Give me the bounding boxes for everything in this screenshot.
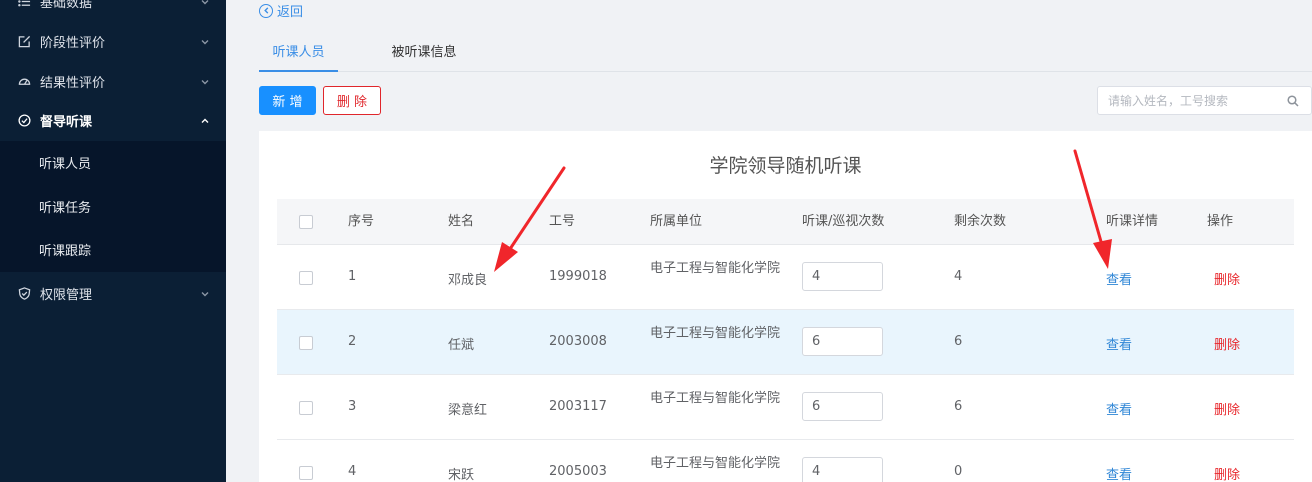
select-all-checkbox[interactable] [299, 215, 313, 229]
shield-icon [17, 286, 31, 300]
row-name: 宋跃 [448, 468, 475, 482]
delete-row-link[interactable]: 删除 [1214, 269, 1240, 288]
row-remaining: 6 [954, 399, 963, 414]
tab-bar: 听课人员 被听课信息 [259, 35, 1312, 72]
back-link[interactable]: 返回 [259, 1, 303, 20]
column-header-name: 姓名 [448, 214, 475, 229]
delete-row-link[interactable]: 删除 [1214, 399, 1240, 418]
back-label: 返回 [277, 5, 304, 20]
row-id: 2003117 [549, 399, 607, 414]
row-remaining: 4 [954, 269, 963, 284]
row-index: 3 [348, 399, 357, 414]
sidebar-item-stage-evaluation[interactable]: 阶段性评价 [0, 21, 226, 61]
search-input[interactable] [1108, 93, 1278, 108]
row-name: 梁意红 [448, 403, 488, 418]
supervision-submenu: 听课人员 听课任务 听课跟踪 [0, 141, 226, 272]
view-details-link[interactable]: 查看 [1106, 334, 1132, 353]
main-content: 返回 听课人员 被听课信息 新 增 删 除 学院领导随机听课 序号 姓名 工号 … [226, 0, 1312, 482]
delete-row-link[interactable]: 删除 [1214, 334, 1240, 353]
sidebar-item-basic-data[interactable]: 基础数据 [0, 0, 226, 21]
table-title: 学院领导随机听课 [709, 155, 862, 177]
count-input[interactable]: 4 [802, 262, 883, 291]
chevron-up-icon [200, 115, 210, 125]
delete-row-link[interactable]: 删除 [1214, 464, 1240, 482]
table-row: 4 宋跃 2005003 电子工程与智能化学院 4 0 查看 删除 [277, 440, 1294, 482]
sidebar-item-permissions[interactable]: 权限管理 [0, 273, 226, 313]
table-panel: 学院领导随机听课 序号 姓名 工号 所属单位 听课/巡视次数 剩余次数 听课详情… [259, 131, 1312, 482]
sidebar-item-label: 阶段性评价 [40, 35, 106, 51]
sidebar-subitem-attendees[interactable]: 听课人员 [0, 141, 226, 184]
tab-observed-info[interactable]: 被听课信息 [374, 35, 474, 72]
sidebar: 基础数据 阶段性评价 结果性评价 督导听课 听课人员 听课任务 听课跟踪 权限管… [0, 0, 226, 482]
sidebar-item-result-evaluation[interactable]: 结果性评价 [0, 61, 226, 101]
row-remaining: 6 [954, 334, 963, 349]
annotation-arrow-view [1073, 149, 1112, 269]
column-header-count: 听课/巡视次数 [802, 214, 885, 229]
row-unit: 电子工程与智能化学院 [650, 261, 781, 276]
row-index: 1 [348, 269, 357, 284]
chevron-down-icon [200, 76, 210, 86]
sidebar-item-supervision[interactable]: 督导听课 [0, 100, 226, 140]
table-row: 2 任斌 2003008 电子工程与智能化学院 6 6 查看 删除 [277, 310, 1294, 375]
table-row: 1 邓成良 1999018 电子工程与智能化学院 4 4 查看 删除 [277, 245, 1294, 310]
add-button[interactable]: 新 增 [259, 86, 316, 115]
search-icon[interactable] [1287, 95, 1299, 107]
row-index: 4 [348, 464, 357, 479]
row-id: 2003008 [549, 334, 607, 349]
sidebar-item-label: 督导听课 [40, 114, 93, 130]
row-unit: 电子工程与智能化学院 [650, 456, 781, 471]
count-input[interactable]: 6 [802, 392, 883, 421]
delete-button[interactable]: 删 除 [323, 86, 381, 115]
column-header-index: 序号 [348, 214, 375, 229]
table-row: 3 梁意红 2003117 电子工程与智能化学院 6 6 查看 删除 [277, 375, 1294, 440]
chevron-down-icon [200, 36, 210, 46]
row-id: 2005003 [549, 464, 607, 479]
row-name: 任斌 [448, 338, 475, 353]
check-circle-icon [17, 113, 31, 127]
row-index: 2 [348, 334, 357, 349]
column-header-remaining: 剩余次数 [954, 214, 1007, 229]
table-header: 序号 姓名 工号 所属单位 听课/巡视次数 剩余次数 听课详情 操作 [277, 199, 1294, 245]
count-input[interactable]: 6 [802, 327, 883, 356]
column-header-unit: 所属单位 [650, 214, 703, 229]
tab-attendees[interactable]: 听课人员 [259, 35, 338, 72]
annotation-arrow-name [494, 166, 566, 272]
search-box [1097, 86, 1312, 115]
row-remaining: 0 [954, 464, 963, 479]
row-checkbox[interactable] [299, 271, 313, 285]
chevron-down-icon [200, 0, 210, 6]
back-arrow-icon [259, 3, 273, 18]
sidebar-subitem-label: 听课跟踪 [39, 244, 92, 259]
sidebar-item-label: 权限管理 [40, 287, 93, 303]
sidebar-subitem-tracking[interactable]: 听课跟踪 [0, 228, 226, 271]
sidebar-item-label: 基础数据 [40, 0, 93, 11]
sidebar-item-label: 结果性评价 [40, 75, 106, 91]
sidebar-subitem-tasks[interactable]: 听课任务 [0, 185, 226, 228]
row-checkbox[interactable] [299, 401, 313, 415]
view-details-link[interactable]: 查看 [1106, 464, 1132, 482]
chevron-down-icon [200, 288, 210, 298]
column-header-actions: 操作 [1207, 214, 1234, 229]
list-icon [17, 0, 31, 8]
view-details-link[interactable]: 查看 [1106, 399, 1132, 418]
count-input[interactable]: 4 [802, 457, 883, 482]
gauge-icon [17, 74, 31, 88]
row-unit: 电子工程与智能化学院 [650, 391, 781, 406]
sidebar-subitem-label: 听课任务 [39, 201, 92, 216]
row-checkbox[interactable] [299, 466, 313, 480]
row-unit: 电子工程与智能化学院 [650, 326, 781, 341]
edit-icon [17, 34, 31, 48]
row-checkbox[interactable] [299, 336, 313, 350]
sidebar-subitem-label: 听课人员 [39, 157, 92, 172]
